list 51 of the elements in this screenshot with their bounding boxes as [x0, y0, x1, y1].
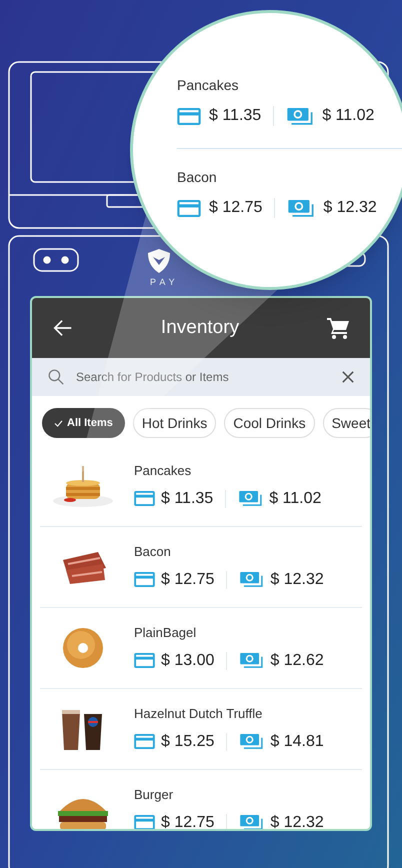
- card-price: $ 13.00: [161, 650, 214, 671]
- cash-icon: [287, 198, 316, 218]
- close-icon[interactable]: [342, 371, 354, 383]
- cash-price: $ 11.02: [322, 106, 374, 126]
- product-name: PlainBagel: [134, 624, 198, 642]
- cash-price: $ 12.32: [323, 198, 377, 218]
- category-chip[interactable]: Cool Drinks: [224, 408, 315, 438]
- cash-price: $ 12.32: [270, 570, 324, 590]
- product-name: Bacon: [177, 168, 218, 187]
- credit-card-icon: [134, 653, 155, 668]
- card-price: $ 11.35: [209, 106, 262, 126]
- cash-price: $ 12.62: [270, 650, 324, 671]
- check-icon: [54, 420, 63, 426]
- credit-card-icon: [177, 200, 201, 216]
- credit-card-icon: [177, 108, 201, 124]
- search-icon: [48, 369, 64, 385]
- cash-price: $ 11.02: [269, 488, 322, 509]
- cash-icon: [286, 106, 314, 126]
- product-name: Pancakes: [134, 462, 192, 480]
- shield-logo-icon: [147, 248, 171, 274]
- cash-icon: [238, 490, 264, 508]
- product-name: Hazelnut Dutch Truffle: [134, 705, 264, 724]
- cash-icon: [239, 652, 264, 670]
- cash-icon: [239, 571, 264, 588]
- card-price: $ 15.25: [161, 732, 214, 752]
- credit-card-icon: [134, 572, 155, 588]
- screen-title: Inventory: [160, 316, 240, 340]
- product-row[interactable]: Pancakes $ 11.35 $ 11.02: [40, 446, 362, 527]
- product-row[interactable]: PlainBagel $ 13.00 $ 12.62: [40, 608, 362, 689]
- product-name: Pancakes: [177, 76, 240, 95]
- product-name: Bacon: [134, 543, 172, 562]
- credit-card-icon: [134, 734, 155, 750]
- cart-button[interactable]: [326, 316, 350, 340]
- credit-card-icon: [134, 815, 155, 829]
- credit-card-icon: [134, 491, 155, 506]
- card-price: $ 12.75: [161, 570, 214, 590]
- card-price: $ 11.35: [161, 488, 214, 509]
- product-name: Burger: [134, 786, 174, 804]
- logo-text: PAY: [150, 276, 179, 289]
- cash-icon: [239, 733, 264, 750]
- product-row[interactable]: Burger $ 12.75 $ 12.32: [40, 770, 362, 829]
- cash-price: $ 12.32: [270, 812, 324, 829]
- category-chip[interactable]: Sweet: [322, 408, 370, 438]
- search-field[interactable]: Search for Products or Items: [32, 358, 370, 396]
- category-chip[interactable]: Hot Drinks: [132, 408, 216, 438]
- product-row[interactable]: Bacon $ 12.75 $ 12.32: [40, 527, 362, 608]
- product-row[interactable]: Hazelnut Dutch Truffle $ 15.25 $ 14.81: [40, 689, 362, 770]
- card-price: $ 12.75: [161, 812, 214, 829]
- card-price: $ 12.75: [209, 198, 262, 218]
- cash-price: $ 14.81: [270, 732, 324, 752]
- category-chip[interactable]: All Items: [42, 408, 125, 438]
